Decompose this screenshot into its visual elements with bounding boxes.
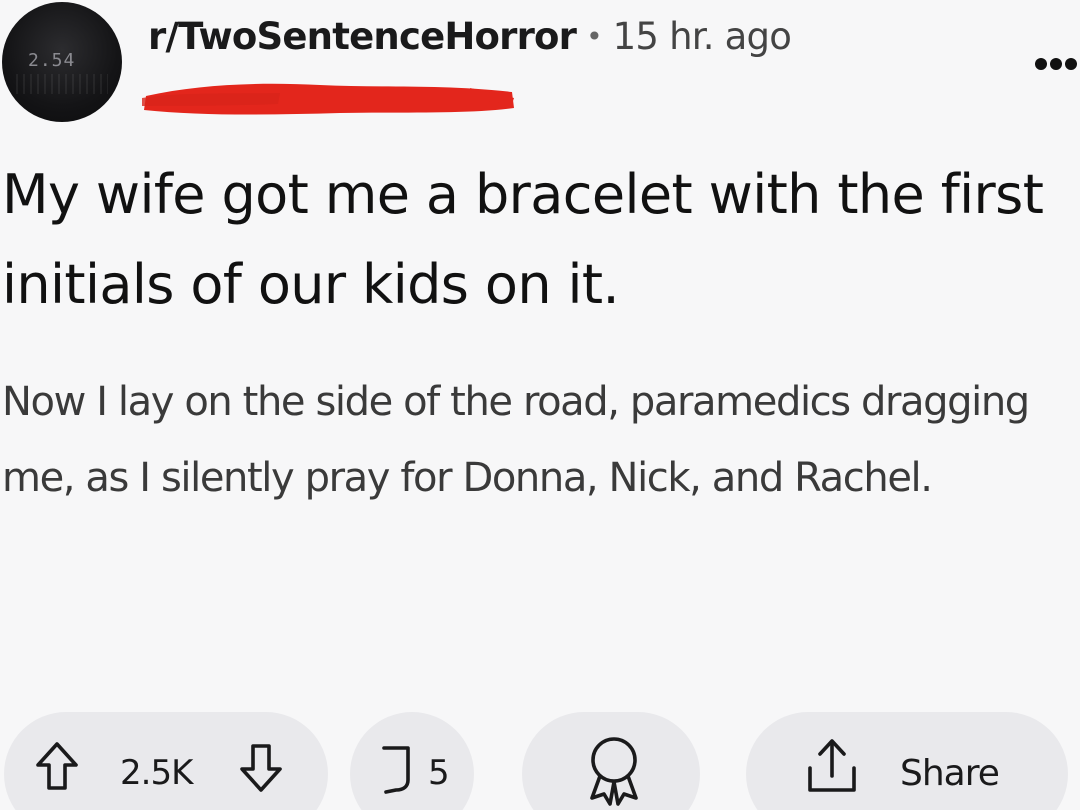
post-meta: r/TwoSentenceHorror • 15 hr. ago [148, 10, 792, 62]
redacted-username [142, 83, 514, 115]
avatar-logo-text: 2.54 [28, 50, 76, 71]
downvote-icon[interactable] [238, 742, 284, 794]
share-button[interactable]: Share [746, 712, 1068, 810]
post-title[interactable]: My wife got me a bracelet with the first… [2, 150, 1076, 330]
post-timestamp: 15 hr. ago [612, 14, 792, 58]
subreddit-avatar[interactable]: 2.54 [2, 2, 122, 122]
share-label: Share [900, 753, 1000, 794]
upvote-icon[interactable] [34, 740, 80, 792]
meta-separator: • [586, 19, 603, 53]
subreddit-name[interactable]: r/TwoSentenceHorror [148, 15, 577, 58]
avatar-texture [16, 74, 108, 94]
award-icon [582, 730, 646, 810]
vote-count: 2.5K [120, 753, 193, 793]
reddit-post: 2.54 r/TwoSentenceHorror • 15 hr. ago My… [0, 0, 1080, 810]
post-body: Now I lay on the side of the road, param… [2, 379, 1030, 501]
share-icon [804, 736, 860, 796]
comment-count: 5 [428, 753, 450, 793]
comments-button[interactable]: 5 [350, 712, 474, 810]
vote-bar: 2.5K [4, 712, 328, 810]
award-button[interactable] [522, 712, 700, 810]
more-options-icon[interactable] [1034, 52, 1078, 76]
comment-icon [378, 742, 418, 798]
